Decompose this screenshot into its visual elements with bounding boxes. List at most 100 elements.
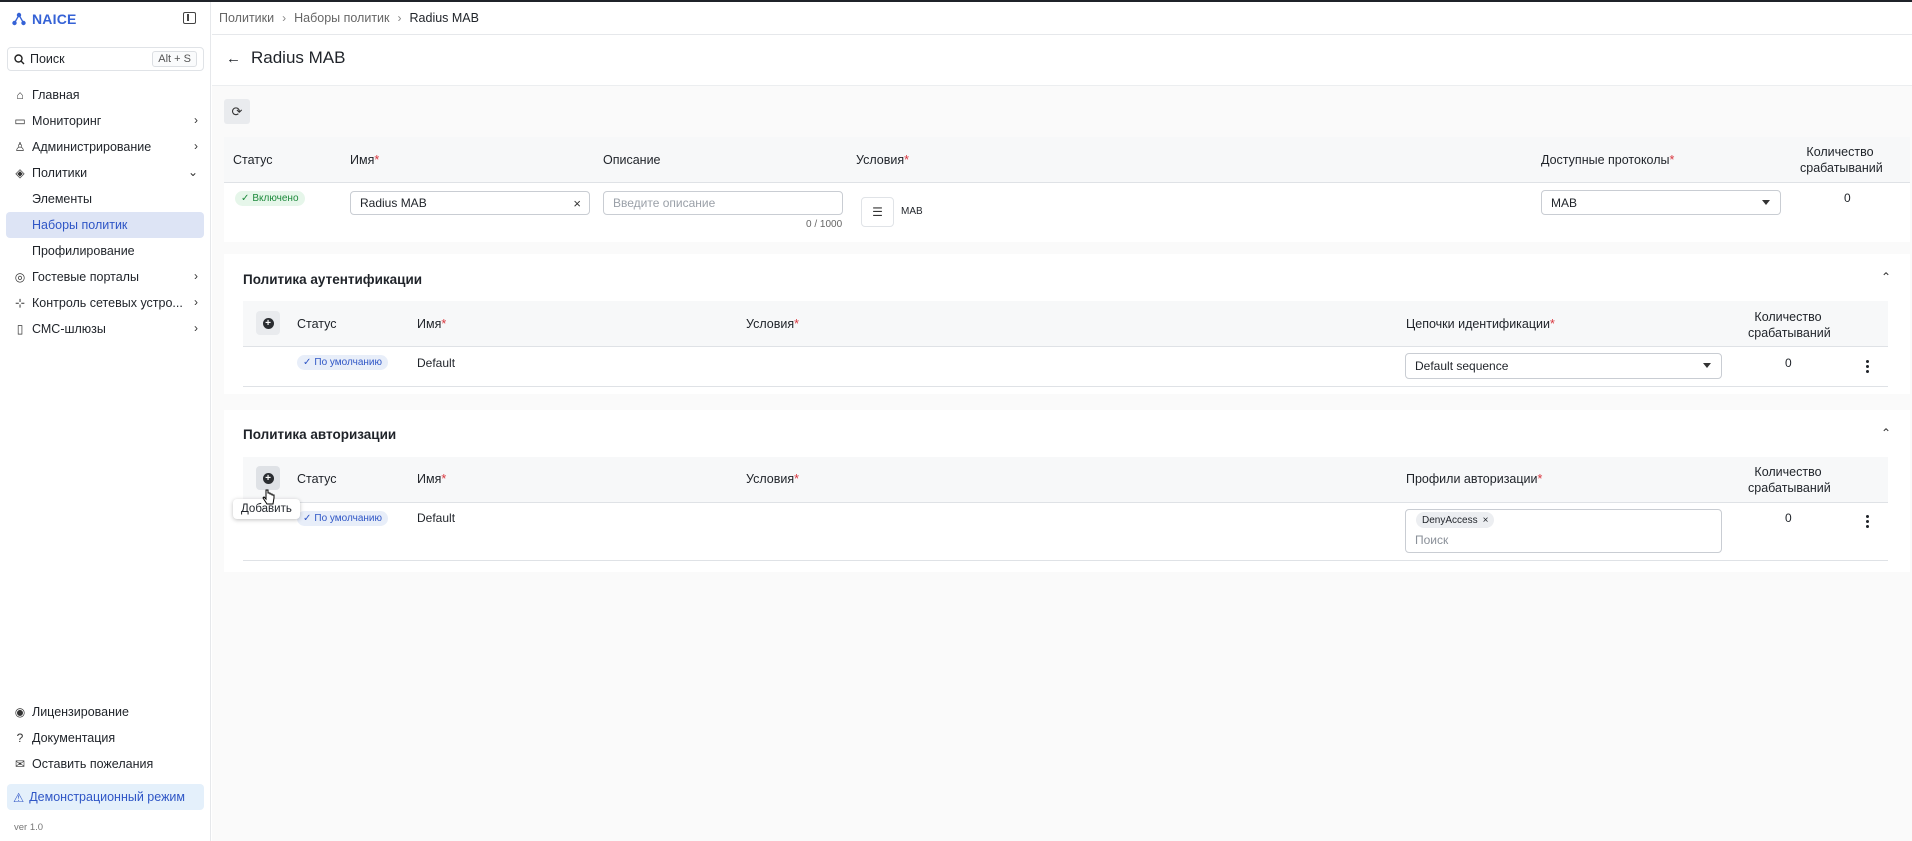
- hits-value: 0: [1844, 191, 1851, 205]
- wifi-icon: ◎: [14, 270, 26, 284]
- breadcrumb: Политики › Наборы политик › Radius MAB: [219, 11, 479, 25]
- search-icon: [14, 53, 25, 64]
- clear-icon[interactable]: ×: [573, 196, 581, 211]
- profile-tag: DenyAccess ×: [1416, 512, 1495, 528]
- check-circle-icon: ✓: [303, 513, 312, 524]
- condition-button[interactable]: ☰: [861, 197, 894, 227]
- sidebar-item-label: Оставить пожелания: [32, 757, 154, 771]
- rule-name: Default: [417, 356, 456, 370]
- demo-mode-banner[interactable]: ⚠ Демонстрационный режим: [7, 784, 204, 810]
- sidebar: NAICE Поиск Alt + S ⌂ Главная ▭ Мониторинг…: [0, 2, 211, 841]
- top-border: [0, 0, 1912, 2]
- auth-table-header: [243, 301, 1888, 346]
- bottom-nav: ◉ Лицензирование ? Документация ✉ Оставить …: [6, 699, 204, 777]
- header-divider: [212, 34, 1912, 35]
- chevron-right-icon: ›: [282, 11, 287, 25]
- sidebar-item-network-control[interactable]: ⊹ Контроль сетевых устро... ›: [6, 290, 204, 316]
- sidebar-item-feedback[interactable]: ✉ Оставить пожелания: [6, 751, 204, 777]
- column-conditions: Условия*: [746, 317, 800, 331]
- chevron-right-icon: ›: [397, 11, 402, 25]
- home-icon: ⌂: [16, 88, 24, 102]
- hits-value: 0: [1785, 511, 1792, 525]
- caret-down-icon: [1703, 363, 1711, 368]
- add-auth-rule-button[interactable]: +: [256, 311, 280, 335]
- chevron-up-icon[interactable]: ⌃: [1881, 270, 1891, 284]
- breadcrumb-current: Radius MAB: [409, 11, 479, 25]
- sidebar-item-label: Политики: [32, 166, 88, 180]
- chevron-right-icon: ›: [194, 139, 198, 153]
- protocols-value: MAB: [1551, 195, 1578, 210]
- app-name: NAICE: [32, 11, 77, 27]
- sidebar-item-label: Контроль сетевых устро...: [32, 296, 183, 310]
- refresh-button[interactable]: ⟳: [224, 99, 250, 124]
- sidebar-item-label: Гостевые порталы: [32, 270, 139, 284]
- column-name: Имя*: [417, 472, 447, 486]
- sidebar-item-licensing[interactable]: ◉ Лицензирование: [6, 699, 204, 725]
- monitor-icon: ▭: [14, 114, 26, 128]
- sidebar-item-policies[interactable]: ◈ Политики ⌄: [6, 160, 204, 186]
- protocols-select[interactable]: MAB: [1541, 190, 1781, 215]
- sidebar-item-label: Профилирование: [32, 244, 135, 258]
- list-icon: ☰: [872, 205, 883, 219]
- search-input[interactable]: Поиск Alt + S: [7, 47, 204, 71]
- add-authz-rule-button[interactable]: +: [256, 466, 280, 490]
- sidebar-item-label: Элементы: [32, 192, 92, 206]
- sidebar-item-elements[interactable]: Элементы: [6, 186, 204, 212]
- chevron-up-icon[interactable]: ⌃: [1881, 426, 1891, 440]
- sidebar-item-label: Мониторинг: [32, 114, 102, 128]
- header-divider: [243, 502, 1888, 503]
- column-name: Имя*: [350, 153, 380, 167]
- authz-table-header: [243, 457, 1888, 502]
- sidebar-item-home[interactable]: ⌂ Главная: [6, 82, 204, 108]
- sidebar-item-monitoring[interactable]: ▭ Мониторинг ›: [6, 108, 204, 134]
- status-badge: ✓ Включено: [235, 191, 305, 206]
- description-counter: 0 / 1000: [806, 219, 843, 230]
- breadcrumb-item[interactable]: Наборы политик: [294, 11, 389, 25]
- search-shortcut: Alt + S: [152, 51, 197, 67]
- header-divider: [224, 182, 1910, 183]
- column-status: Статус: [297, 472, 337, 486]
- sidebar-item-policy-sets[interactable]: Наборы политик: [6, 212, 204, 238]
- condition-label: MAB: [901, 206, 923, 217]
- search-label: Поиск: [30, 52, 65, 66]
- sidebar-item-administration[interactable]: ♙ Администрирование ›: [6, 134, 204, 160]
- app-logo[interactable]: NAICE: [12, 11, 77, 27]
- sidebar-item-profiling[interactable]: Профилирование: [6, 238, 204, 264]
- hand-cursor-icon: [262, 489, 275, 505]
- column-description: Описание: [603, 153, 661, 167]
- description-placeholder: Введите описание: [613, 196, 716, 210]
- description-input[interactable]: Введите описание: [603, 191, 843, 215]
- back-arrow-icon[interactable]: ←: [226, 50, 241, 67]
- column-status: Статус: [297, 317, 337, 331]
- user-icon: ♙: [14, 140, 26, 154]
- refresh-icon: ⟳: [231, 103, 243, 119]
- chevron-right-icon: ›: [194, 321, 198, 335]
- sidebar-item-label: Администрирование: [32, 140, 152, 154]
- sidebar-item-label: Главная: [32, 88, 80, 102]
- sidebar-item-label: Документация: [32, 731, 116, 745]
- column-name: Имя*: [417, 317, 447, 331]
- chevron-right-icon: ›: [194, 295, 198, 309]
- sidebar-item-guest-portals[interactable]: ◎ Гостевые порталы ›: [6, 264, 204, 290]
- rule-name: Default: [417, 511, 456, 525]
- column-hits: Количество срабатываний: [1748, 310, 1831, 340]
- breadcrumb-item[interactable]: Политики: [219, 11, 274, 25]
- name-input[interactable]: Radius MAB ×: [350, 191, 590, 215]
- hits-value: 0: [1785, 356, 1792, 370]
- row-divider: [243, 560, 1888, 561]
- column-profiles: Профили авторизации*: [1406, 472, 1543, 486]
- remove-tag-icon[interactable]: ×: [1483, 515, 1489, 526]
- check-circle-icon: ✓: [303, 357, 312, 368]
- column-hits: Количество срабатываний: [1800, 145, 1883, 175]
- sidebar-item-documentation[interactable]: ? Документация: [6, 725, 204, 751]
- header-divider: [243, 346, 1888, 347]
- collapse-sidebar-icon[interactable]: [183, 12, 196, 24]
- sidebar-item-label: Наборы политик: [32, 218, 128, 232]
- help-icon: ?: [16, 731, 24, 745]
- plus-icon: +: [262, 317, 274, 329]
- more-icon[interactable]: [1866, 515, 1870, 528]
- column-status: Статус: [233, 153, 273, 167]
- identity-chain-select[interactable]: Default sequence: [1405, 353, 1722, 379]
- more-icon[interactable]: [1866, 360, 1870, 373]
- sidebar-item-sms-gateways[interactable]: ▯ СМС-шлюзы ›: [6, 316, 204, 342]
